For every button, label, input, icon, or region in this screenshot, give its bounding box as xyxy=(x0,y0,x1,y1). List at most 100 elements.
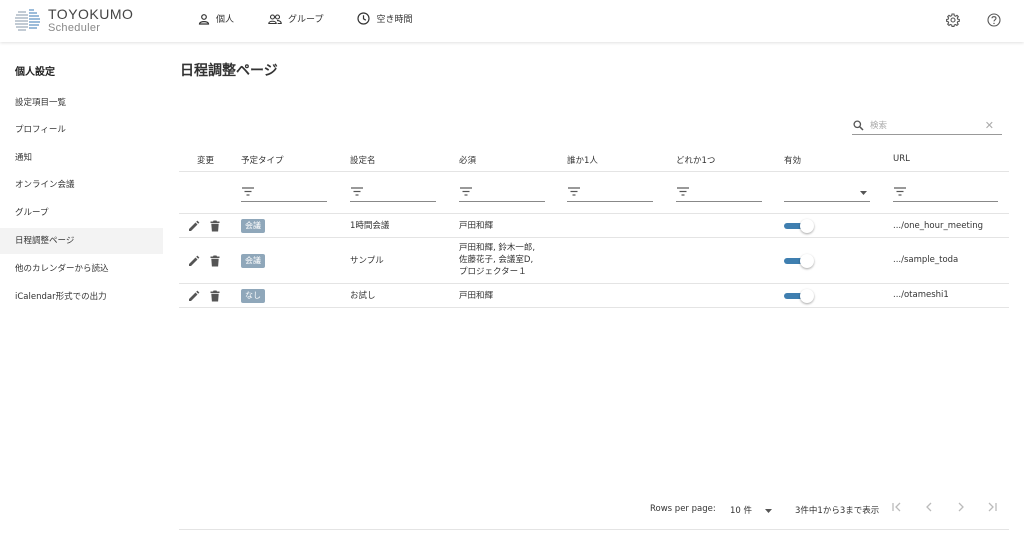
required-member-line: プロジェクター１ xyxy=(459,267,527,277)
sidebar-item-label: グループ xyxy=(15,208,49,218)
sidebar-item-group[interactable]: グループ xyxy=(0,200,163,226)
table-row: 会議 サンプル 戸田和輝, 鈴木一郎, 佐藤花子, 会議室D, プロジェクター１… xyxy=(179,238,1009,284)
enabled-toggle[interactable] xyxy=(784,254,814,268)
required-member-line: 佐藤花子, 会議室D, xyxy=(459,255,534,265)
filter-icon xyxy=(460,187,472,196)
enabled-toggle[interactable] xyxy=(784,289,814,303)
sidebar-item-label: 設定項目一覧 xyxy=(15,98,67,108)
required-member-line: 戸田和輝, 鈴木一郎, xyxy=(459,243,536,253)
sidebar-item-label: オンライン会議 xyxy=(15,180,75,190)
sidebar-item-label: 他のカレンダーから読込 xyxy=(15,264,109,274)
logo-mark-icon xyxy=(15,9,40,31)
app-header: TOYOKUMO Scheduler 個人 グループ 空き時間 xyxy=(0,0,1024,42)
help-circle-icon[interactable] xyxy=(987,13,1001,27)
column-header-edit: 変更 xyxy=(197,156,215,166)
filter-event-type[interactable] xyxy=(241,182,327,202)
sidebar-item-profile[interactable]: プロフィール xyxy=(0,117,163,143)
page-url-link[interactable]: .../otameshi1 xyxy=(893,289,949,301)
sidebar-item-icalendar-export[interactable]: iCalendar形式での出力 xyxy=(0,284,163,310)
required-members: 戸田和輝 xyxy=(459,221,494,231)
sidebar-item-label: プロフィール xyxy=(15,125,66,135)
delete-trash-icon[interactable] xyxy=(210,255,220,267)
page-url-link[interactable]: .../sample_toda xyxy=(893,254,958,266)
column-header-enabled[interactable]: 有効 xyxy=(784,154,801,166)
delete-trash-icon[interactable] xyxy=(210,220,220,232)
table-pagination: Rows per page: 10 件 3件中1から3まで表示 xyxy=(179,496,1009,530)
setting-name: お試し xyxy=(350,291,376,301)
edit-pencil-icon[interactable] xyxy=(188,255,200,267)
event-type-badge: なし xyxy=(241,289,265,303)
dropdown-arrow-icon xyxy=(860,191,867,195)
previous-page-icon[interactable] xyxy=(923,501,935,513)
sidebar-title: 個人設定 xyxy=(15,67,55,78)
event-type-badge: 会議 xyxy=(241,254,265,268)
dropdown-arrow-icon xyxy=(764,508,772,513)
search-icon xyxy=(853,120,864,131)
pagination-range-text: 3件中1から3まで表示 xyxy=(795,506,880,516)
sidebar-item-label: 日程調整ページ xyxy=(15,236,75,246)
event-type-badge: 会議 xyxy=(241,219,265,233)
filter-setting-name[interactable] xyxy=(350,182,436,202)
logo-subtitle: Scheduler xyxy=(48,21,101,34)
sidebar-item-label: 通知 xyxy=(15,153,33,163)
rows-per-page-value: 10 件 xyxy=(730,506,753,516)
filter-enabled-select[interactable] xyxy=(784,182,870,202)
table-row: 会議 1時間会議 戸田和輝 .../one_hour_meeting xyxy=(179,214,1009,238)
page-title: 日程調整ページ xyxy=(180,63,278,79)
column-header-any-of[interactable]: どれか1つ xyxy=(676,154,715,166)
rows-per-page-select[interactable]: 10 件 xyxy=(730,504,772,516)
setting-name: 1時間会議 xyxy=(350,221,390,231)
sidebar-item-settings-list[interactable]: 設定項目一覧 xyxy=(0,90,163,116)
search-input[interactable] xyxy=(870,119,980,133)
column-header-event-type[interactable]: 予定タイプ xyxy=(241,154,284,166)
app-logo[interactable]: TOYOKUMO Scheduler xyxy=(14,6,133,34)
sidebar-item-notifications[interactable]: 通知 xyxy=(0,145,163,171)
sidebar-item-import-calendar[interactable]: 他のカレンダーから読込 xyxy=(0,256,163,282)
nav-personal-label: 個人 xyxy=(216,15,235,25)
filter-anyone[interactable] xyxy=(567,182,653,202)
person-icon xyxy=(198,13,210,25)
filter-icon xyxy=(568,187,580,196)
nav-group[interactable]: グループ xyxy=(268,12,323,25)
required-members: 戸田和輝, 鈴木一郎, 佐藤花子, 会議室D, プロジェクター１ xyxy=(459,242,535,278)
sidebar-item-online-meeting[interactable]: オンライン会議 xyxy=(0,172,163,198)
column-header-required[interactable]: 必須 xyxy=(459,154,476,166)
last-page-icon[interactable] xyxy=(986,501,998,513)
edit-pencil-icon[interactable] xyxy=(188,220,200,232)
sidebar-item-scheduling-page[interactable]: 日程調整ページ xyxy=(0,228,163,254)
nav-group-label: グループ xyxy=(288,15,324,25)
logo-title: TOYOKUMO xyxy=(48,5,134,22)
gear-icon[interactable] xyxy=(946,13,960,27)
filter-any-of[interactable] xyxy=(676,182,762,202)
clear-search-icon[interactable]: ✕ xyxy=(985,119,994,133)
filter-icon xyxy=(894,187,906,196)
divider xyxy=(179,171,1009,172)
filter-url[interactable] xyxy=(893,182,998,202)
group-icon xyxy=(268,13,282,24)
search-box: ✕ xyxy=(852,117,1002,135)
enabled-toggle[interactable] xyxy=(784,219,814,233)
rows-per-page-label: Rows per page: xyxy=(650,504,716,514)
required-members: 戸田和輝 xyxy=(459,291,494,301)
first-page-icon[interactable] xyxy=(891,501,903,513)
table-row: なし お試し 戸田和輝 .../otameshi1 xyxy=(179,284,1009,308)
column-header-setting-name[interactable]: 設定名 xyxy=(350,154,376,166)
clock-icon xyxy=(357,12,371,25)
delete-trash-icon[interactable] xyxy=(210,290,220,302)
filter-icon xyxy=(242,187,254,196)
settings-sidebar: 個人設定 設定項目一覧 プロフィール 通知 オンライン会議 グループ 日程調整ペ… xyxy=(0,42,163,560)
page-url-link[interactable]: .../one_hour_meeting xyxy=(893,220,983,232)
column-header-anyone[interactable]: 誰か1人 xyxy=(567,154,598,166)
edit-pencil-icon[interactable] xyxy=(188,290,200,302)
sidebar-item-label: iCalendar形式での出力 xyxy=(15,292,107,302)
main-nav: 個人 グループ 空き時間 xyxy=(198,12,447,25)
next-page-icon[interactable] xyxy=(955,501,967,513)
column-header-url[interactable]: URL xyxy=(893,154,910,164)
filter-icon xyxy=(677,187,689,196)
nav-free-time[interactable]: 空き時間 xyxy=(357,12,413,25)
setting-name: サンプル xyxy=(350,256,384,266)
nav-free-time-label: 空き時間 xyxy=(376,15,413,25)
filter-icon xyxy=(351,187,363,196)
nav-personal[interactable]: 個人 xyxy=(198,12,234,25)
filter-required[interactable] xyxy=(459,182,545,202)
